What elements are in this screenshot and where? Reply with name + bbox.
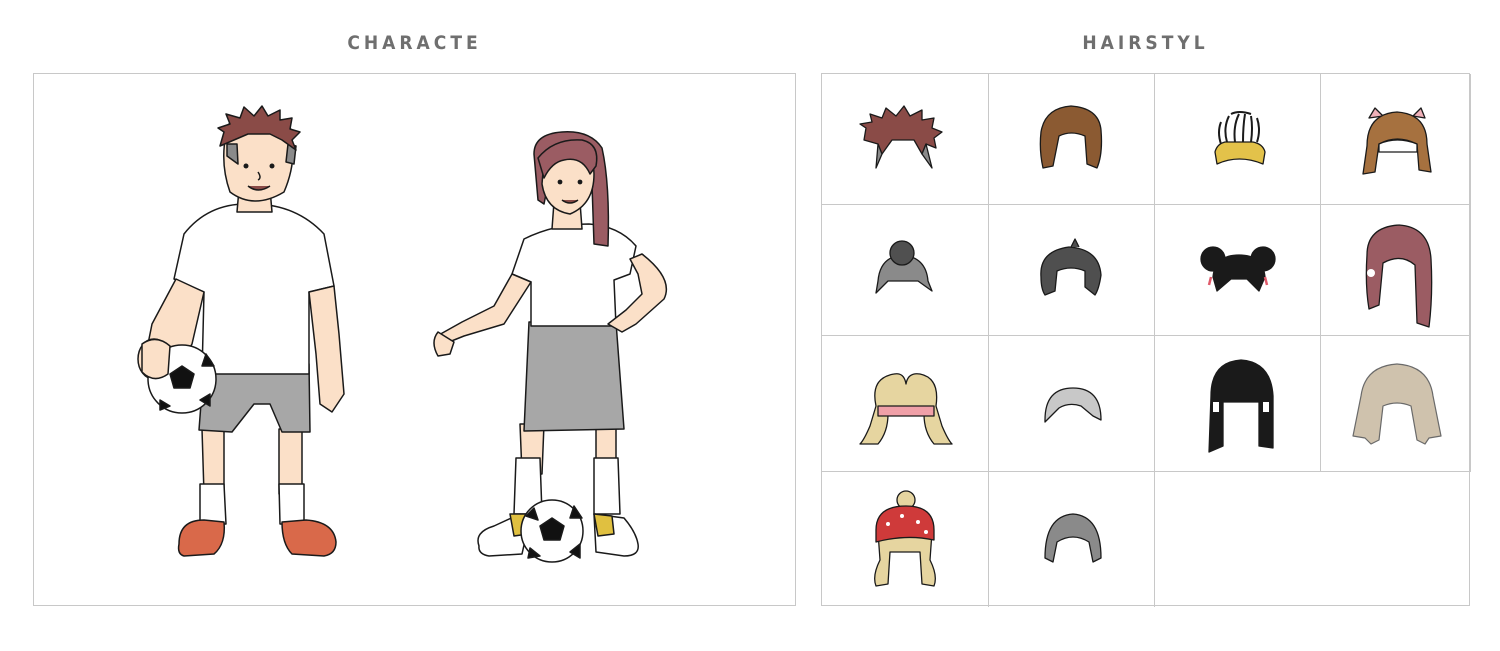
double-bun-hair-icon[interactable] bbox=[1155, 205, 1321, 336]
hairstyle-heading: HAIRSTYL bbox=[1082, 32, 1209, 54]
character-canvas bbox=[137, 105, 668, 563]
grey-buzz-hair-icon[interactable] bbox=[989, 336, 1155, 472]
black-long-bangs-hair-icon[interactable] bbox=[1155, 336, 1321, 472]
dark-grey-short-hair-icon[interactable] bbox=[989, 205, 1155, 336]
character-panel bbox=[33, 73, 796, 606]
brown-bob-hair-icon[interactable] bbox=[989, 74, 1155, 205]
spiky-brown-hair-icon[interactable] bbox=[822, 74, 989, 205]
girl-character[interactable] bbox=[433, 131, 668, 563]
beige-shaggy-hair-icon[interactable] bbox=[1321, 336, 1471, 472]
character-heading: CHARACTE bbox=[347, 32, 482, 54]
blonde-headband-hair-icon[interactable] bbox=[822, 336, 989, 472]
grey-short-hair-icon[interactable] bbox=[989, 472, 1155, 607]
grey-bun-hair-icon[interactable] bbox=[822, 205, 989, 336]
boy-character[interactable] bbox=[137, 105, 345, 557]
long-mauve-hair-icon[interactable] bbox=[1321, 205, 1471, 336]
braids-headband-hair-icon[interactable] bbox=[1155, 74, 1321, 205]
blonde-bandana-hair-icon[interactable] bbox=[822, 472, 989, 607]
cat-ears-bangs-hair-icon[interactable] bbox=[1321, 74, 1471, 205]
hairstyle-panel bbox=[821, 73, 1471, 607]
empty-hairstyle-slot bbox=[1155, 472, 1471, 607]
